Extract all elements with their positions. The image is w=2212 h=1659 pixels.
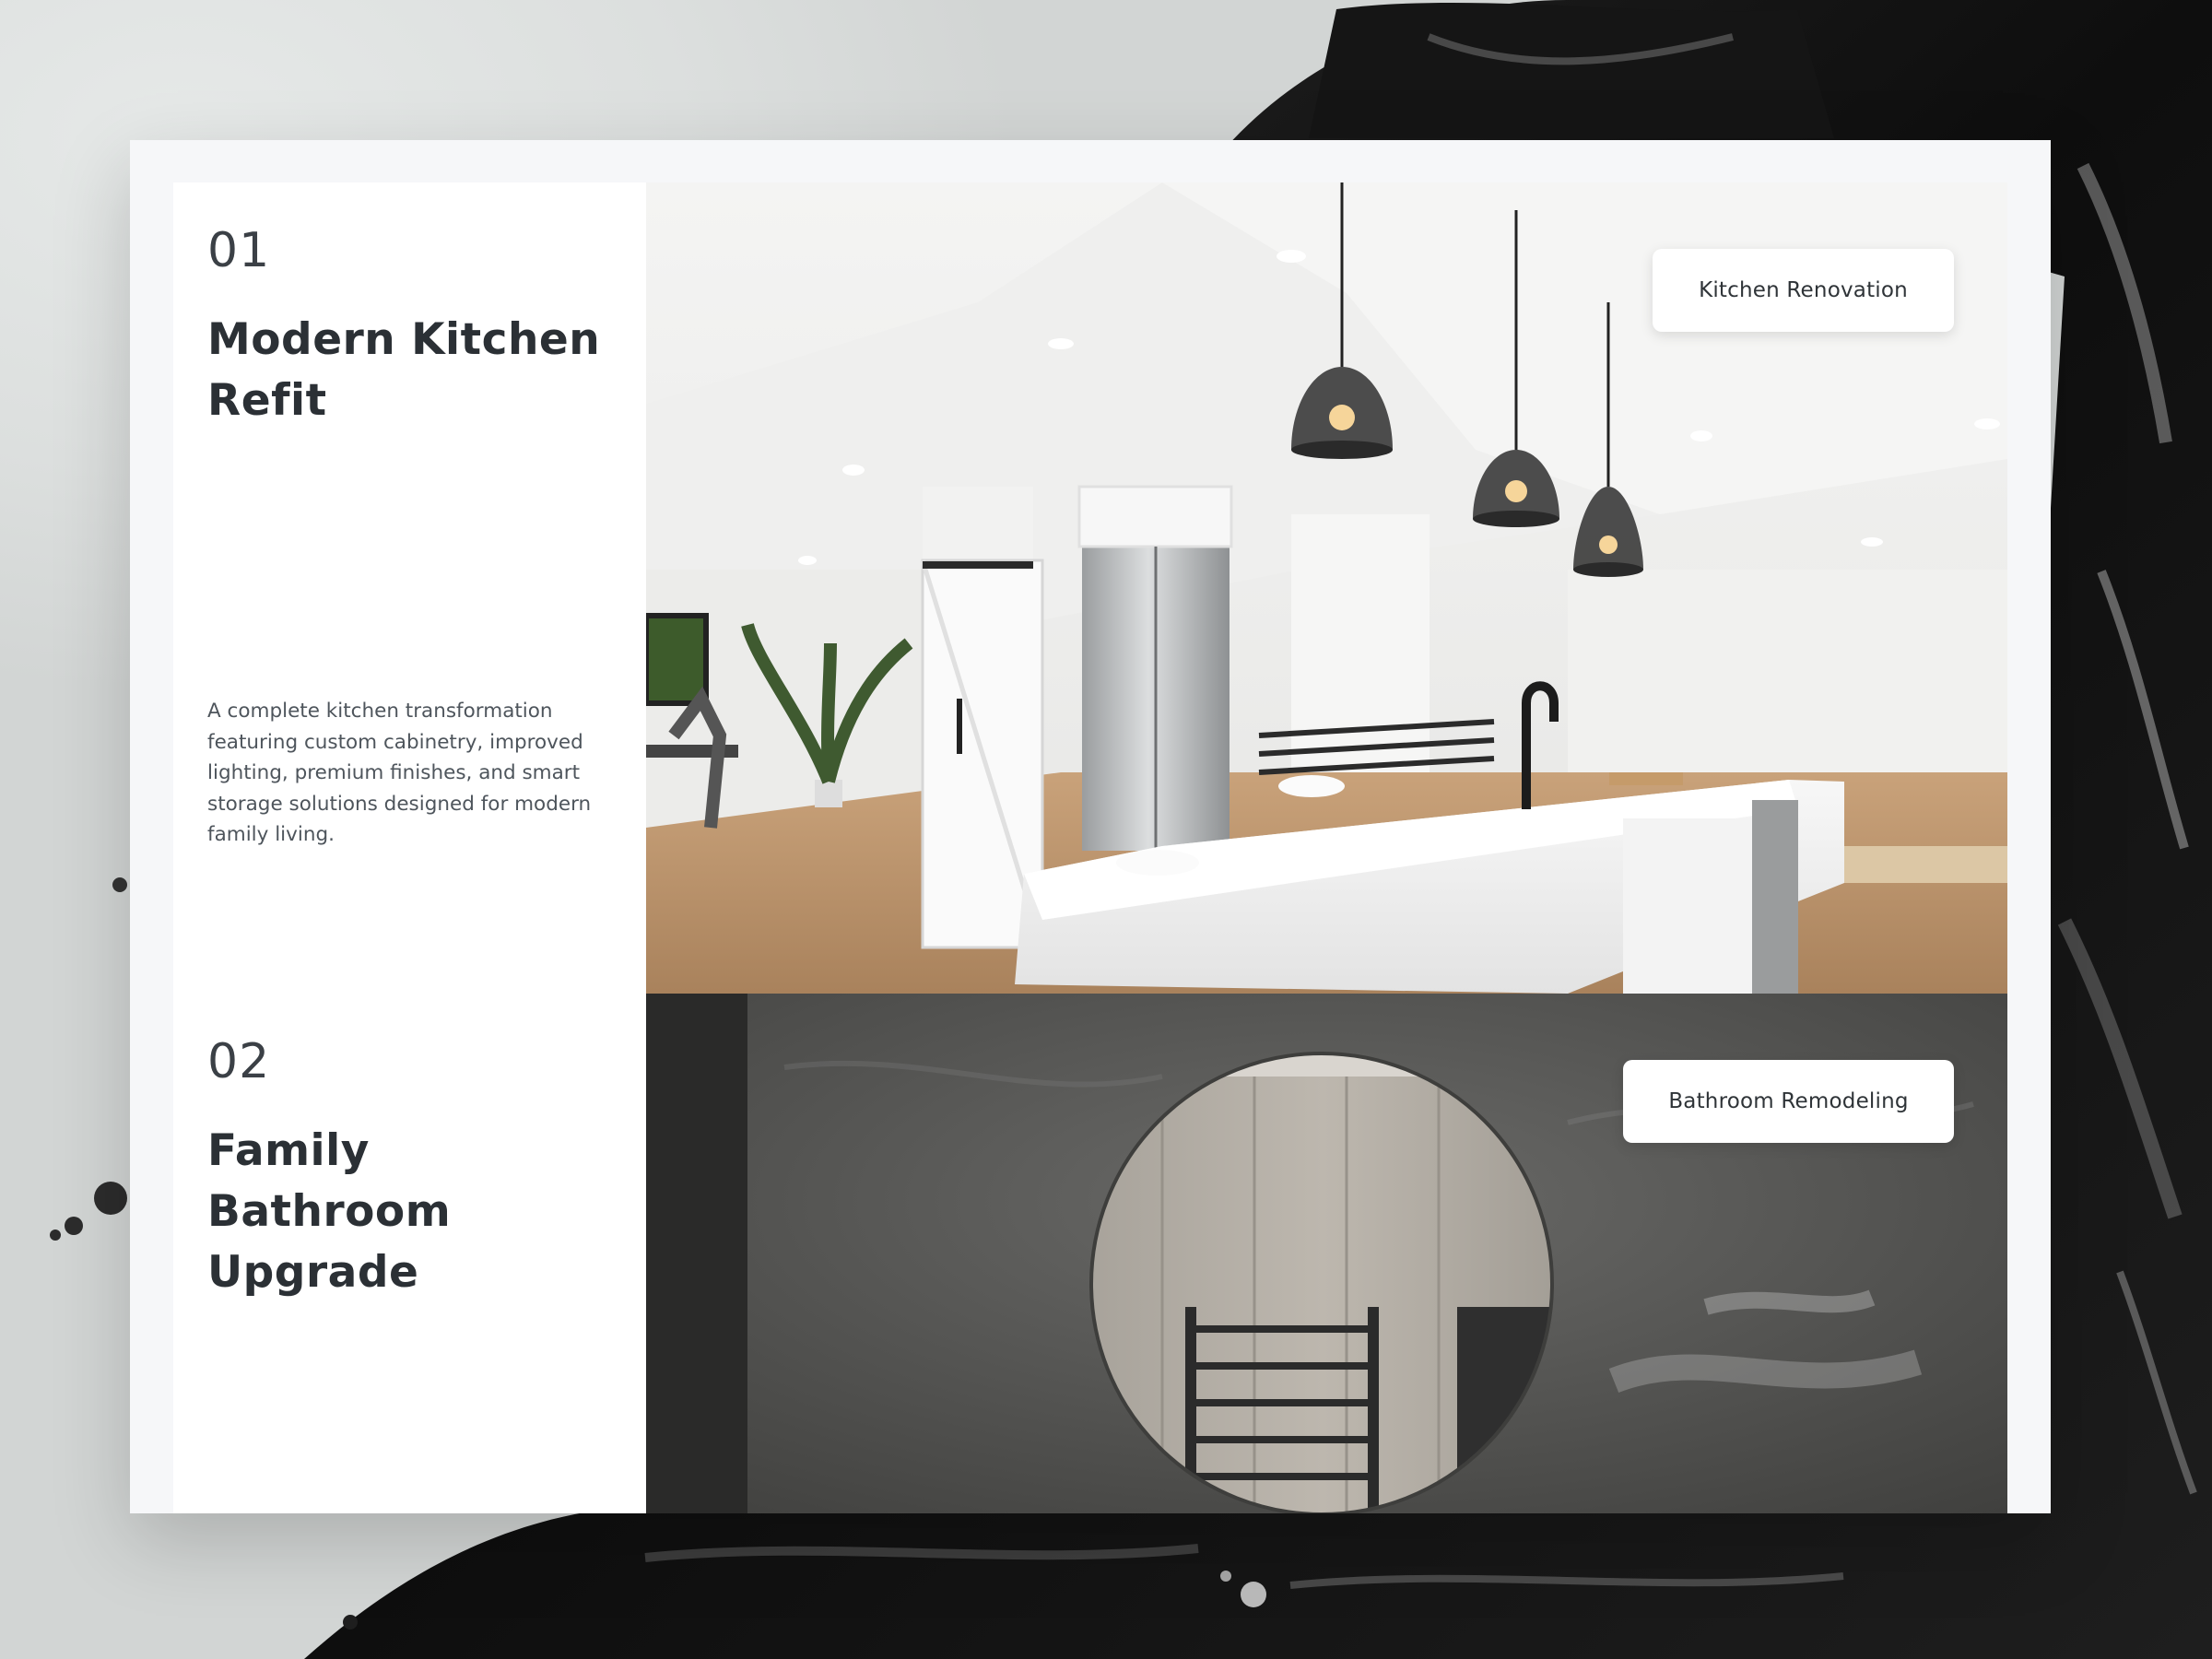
kitchen-photo[interactable]: Kitchen Renovation <box>646 182 2007 994</box>
project-title-line: Modern Kitchen <box>207 314 601 365</box>
project-title-line: Upgrade <box>207 1247 419 1298</box>
project-title: Modern Kitchen Refit <box>207 310 613 431</box>
project-title-line: Refit <box>207 375 327 426</box>
project-number: 01 <box>207 223 271 278</box>
category-tag[interactable]: Kitchen Renovation <box>1653 249 1954 332</box>
project-title-line: Family Bathroom <box>207 1125 452 1237</box>
portfolio-card: 01 Modern Kitchen Refit A complete kitch… <box>130 140 2051 1513</box>
project-text-column: 01 Modern Kitchen Refit A complete kitch… <box>173 182 646 1513</box>
project-number: 02 <box>207 1034 271 1089</box>
project-image-column: Kitchen Renovation Bathroom Remodeling <box>646 182 2007 1513</box>
project-item-kitchen[interactable]: 01 Modern Kitchen Refit A complete kitch… <box>207 182 613 994</box>
project-title: Family Bathroom Upgrade <box>207 1121 613 1303</box>
bathroom-photo[interactable]: Bathroom Remodeling <box>646 994 2007 1513</box>
portfolio-panel: 01 Modern Kitchen Refit A complete kitch… <box>173 182 2007 1513</box>
project-item-bathroom[interactable]: 02 Family Bathroom Upgrade <box>207 994 613 1513</box>
category-tag[interactable]: Bathroom Remodeling <box>1623 1060 1954 1143</box>
project-description: A complete kitchen transformation featur… <box>207 700 592 846</box>
